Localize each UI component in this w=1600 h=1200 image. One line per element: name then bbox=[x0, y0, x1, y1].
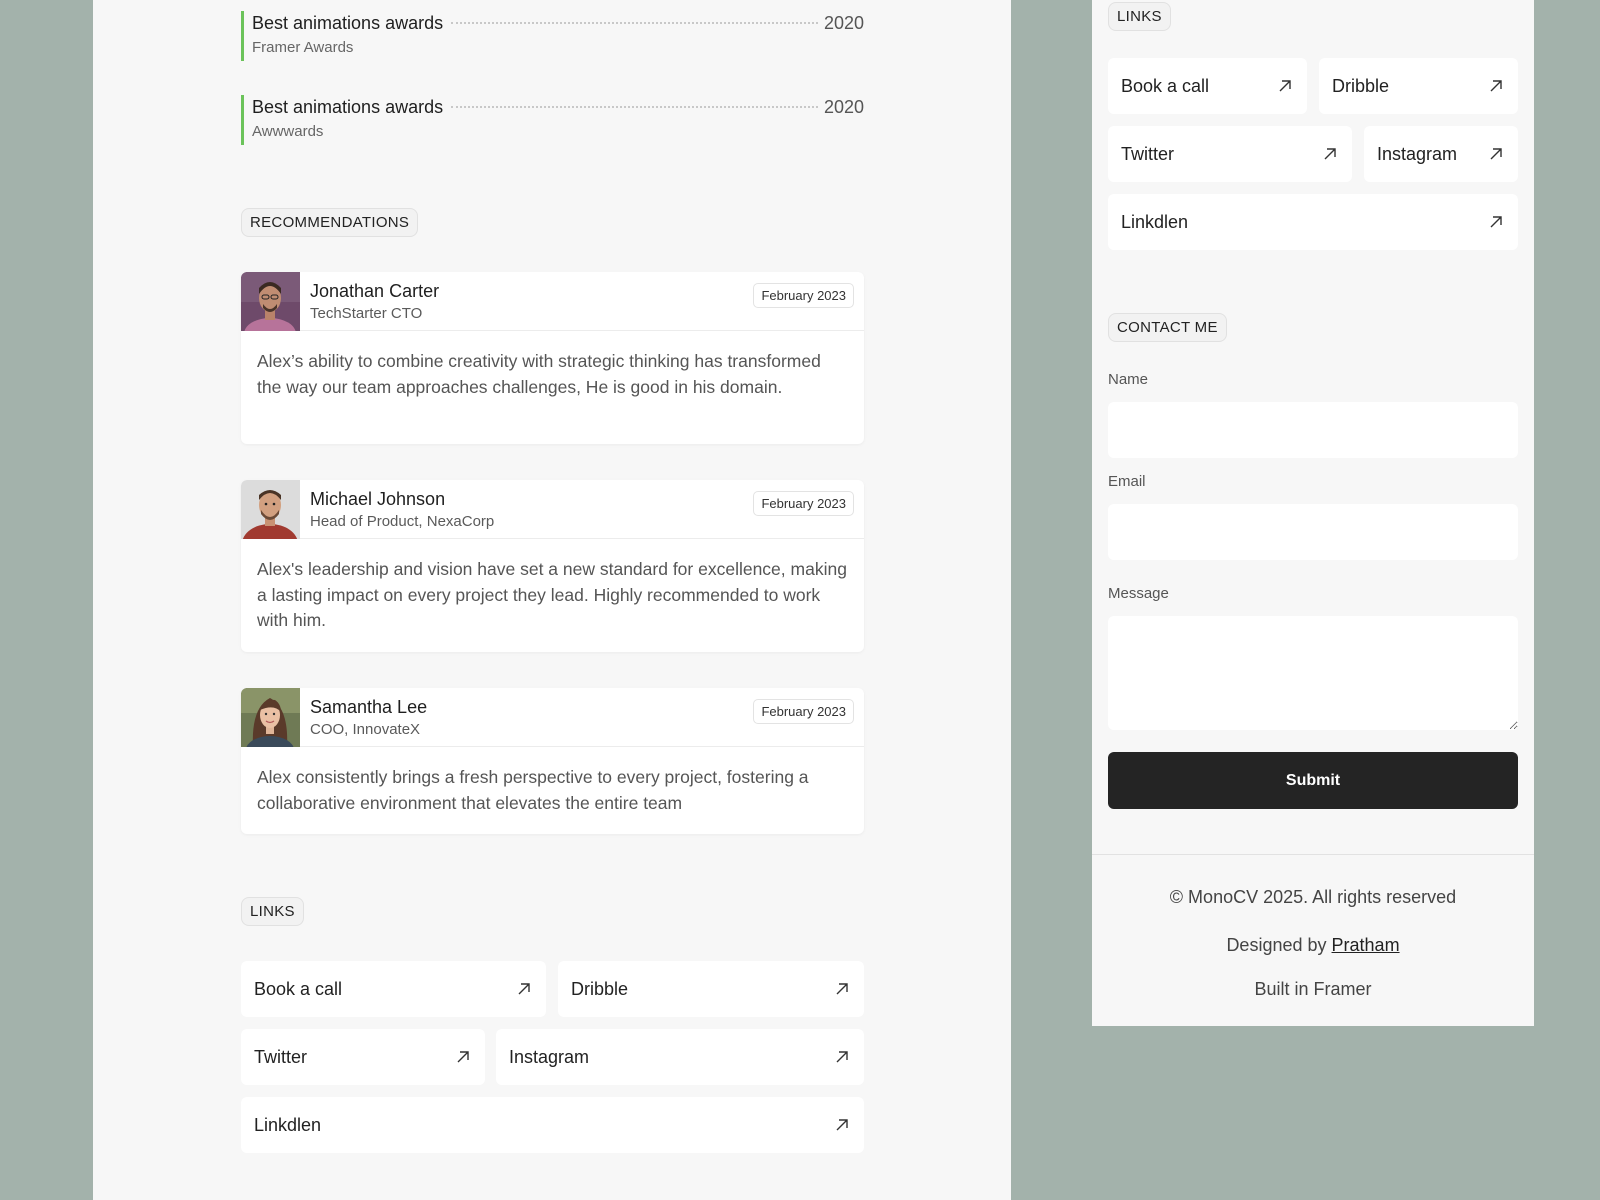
link-label: Linkdlen bbox=[254, 1114, 322, 1135]
link-instagram[interactable]: Instagram bbox=[496, 1029, 864, 1085]
links-heading: LINKS bbox=[241, 897, 304, 926]
avatar bbox=[241, 688, 300, 747]
award-item: Best animations awards 2020 Framer Award… bbox=[241, 11, 864, 61]
link-label: Twitter bbox=[1121, 143, 1175, 164]
sidebar-link-instagram[interactable]: Instagram bbox=[1364, 126, 1518, 182]
designer-link[interactable]: Pratham bbox=[1332, 935, 1400, 955]
arrow-up-right-icon bbox=[1490, 148, 1502, 160]
message-label: Message bbox=[1108, 585, 1169, 602]
built-in-text: Built in Framer bbox=[1254, 979, 1372, 999]
sidebar-link-book-a-call[interactable]: Book a call bbox=[1108, 58, 1307, 114]
name-label: Name bbox=[1108, 371, 1149, 388]
arrow-up-right-icon bbox=[1279, 80, 1291, 92]
award-year: 2020 bbox=[823, 96, 864, 117]
recommendation-card: Samantha Lee COO, InnovateX February 202… bbox=[241, 688, 864, 834]
award-organization: Awwwards bbox=[252, 123, 324, 140]
recommendations-heading: RECOMMENDATIONS bbox=[241, 208, 419, 237]
footer: © MonoCV 2025. All rights reserved Desig… bbox=[1092, 854, 1534, 1026]
sidebar-links-heading: LINKS bbox=[1108, 2, 1171, 31]
main-content-panel: Best animations awards 2020 Framer Award… bbox=[93, 0, 1011, 1200]
copyright-text: © MonoCV 2025. All rights reserved bbox=[1169, 887, 1457, 907]
recommender-role: COO, InnovateX bbox=[310, 720, 421, 738]
recommendation-text: Alex consistently brings a fresh perspec… bbox=[257, 767, 809, 813]
link-dribble[interactable]: Dribble bbox=[558, 961, 864, 1017]
link-label: Book a call bbox=[1121, 75, 1210, 96]
designed-by-prefix: Designed by bbox=[1226, 935, 1327, 955]
link-label: Linkdlen bbox=[1121, 211, 1189, 232]
award-title: Best animations awards bbox=[252, 12, 444, 33]
message-field[interactable] bbox=[1108, 616, 1518, 730]
link-label: Dribble bbox=[1332, 75, 1390, 96]
arrow-up-right-icon bbox=[457, 1051, 469, 1063]
link-twitter[interactable]: Twitter bbox=[241, 1029, 485, 1085]
recommender-name: Samantha Lee bbox=[310, 696, 428, 717]
sidebar-link-linkedin[interactable]: Linkdlen bbox=[1108, 194, 1518, 250]
award-item: Best animations awards 2020 Awwwards bbox=[241, 95, 864, 145]
sidebar-link-dribble[interactable]: Dribble bbox=[1319, 58, 1518, 114]
arrow-up-right-icon bbox=[836, 1119, 848, 1131]
arrow-up-right-icon bbox=[836, 983, 848, 995]
recommender-name: Michael Johnson bbox=[310, 488, 446, 509]
link-label: Twitter bbox=[254, 1046, 308, 1067]
arrow-up-right-icon bbox=[1324, 148, 1336, 160]
link-book-a-call[interactable]: Book a call bbox=[241, 961, 546, 1017]
contact-heading: CONTACT ME bbox=[1108, 313, 1227, 342]
recommender-name: Jonathan Carter bbox=[310, 280, 440, 301]
recommender-role: Head of Product, NexaCorp bbox=[310, 512, 495, 530]
recommendation-header: Samantha Lee COO, InnovateX February 202… bbox=[241, 688, 864, 747]
arrow-up-right-icon bbox=[1490, 80, 1502, 92]
award-year: 2020 bbox=[823, 12, 864, 33]
recommendation-card: Jonathan Carter TechStarter CTO February… bbox=[241, 272, 864, 444]
award-title: Best animations awards bbox=[252, 96, 444, 117]
recommendation-text: Alex’s ability to combine creativity wit… bbox=[257, 351, 821, 397]
link-linkedin[interactable]: Linkdlen bbox=[241, 1097, 864, 1153]
link-label: Instagram bbox=[1377, 143, 1458, 164]
sidebar-panel: LINKS Book a call Dribble Twitter Instag… bbox=[1092, 0, 1534, 1026]
link-label: Book a call bbox=[254, 978, 343, 999]
name-field[interactable] bbox=[1108, 402, 1518, 458]
recommendation-header: Jonathan Carter TechStarter CTO February… bbox=[241, 272, 864, 331]
recommendation-text: Alex's leadership and vision have set a … bbox=[257, 559, 847, 630]
designed-by-text: Designed by Pratham bbox=[1092, 935, 1534, 956]
recommendation-date-badge: February 2023 bbox=[753, 283, 854, 308]
recommendation-date-badge: February 2023 bbox=[753, 491, 854, 516]
email-field[interactable] bbox=[1108, 504, 1518, 560]
submit-button[interactable]: Submit bbox=[1108, 752, 1518, 809]
link-label: Dribble bbox=[571, 978, 629, 999]
arrow-up-right-icon bbox=[1490, 216, 1502, 228]
arrow-up-right-icon bbox=[518, 983, 530, 995]
sidebar-link-twitter[interactable]: Twitter bbox=[1108, 126, 1352, 182]
avatar bbox=[241, 272, 300, 331]
recommendation-date-badge: February 2023 bbox=[753, 699, 854, 724]
recommender-role: TechStarter CTO bbox=[310, 304, 423, 322]
recommendation-header: Michael Johnson Head of Product, NexaCor… bbox=[241, 480, 864, 539]
arrow-up-right-icon bbox=[836, 1051, 848, 1063]
award-divider bbox=[451, 22, 818, 24]
recommendation-card: Michael Johnson Head of Product, NexaCor… bbox=[241, 480, 864, 652]
email-label: Email bbox=[1108, 473, 1146, 490]
avatar bbox=[241, 480, 300, 539]
link-label: Instagram bbox=[509, 1046, 590, 1067]
award-divider bbox=[451, 106, 818, 108]
award-organization: Framer Awards bbox=[252, 39, 354, 56]
